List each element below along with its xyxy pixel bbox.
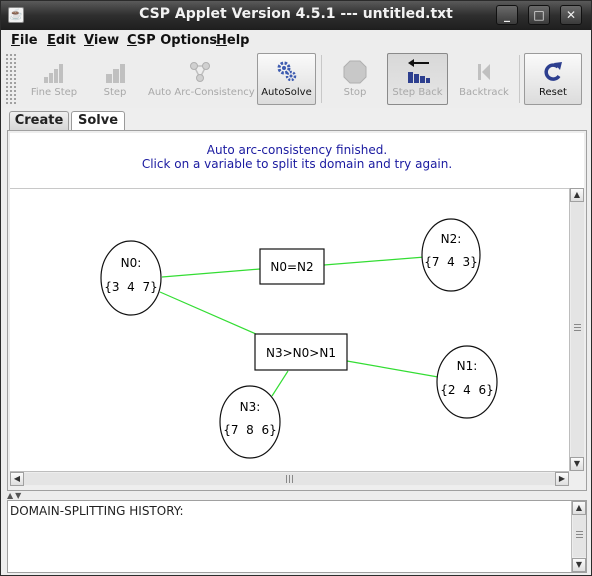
- history-panel: DOMAIN-SPLITTING HISTORY: ▲ ▼: [7, 500, 587, 573]
- title-bar[interactable]: ☕ CSP Applet Version 4.5.1 --- untitled.…: [1, 1, 591, 30]
- menu-csp-options[interactable]: CSP Options: [127, 33, 217, 48]
- toolbar-separator: [519, 55, 520, 103]
- close-button[interactable]: ✕: [560, 5, 582, 25]
- divider-arrows[interactable]: ▲▼: [7, 491, 23, 500]
- edge-c2-n3: [271, 370, 289, 397]
- scroll-up-button[interactable]: ▲: [572, 501, 586, 515]
- variable-domain: {2 4 6}: [440, 383, 493, 397]
- variable-name: N1:: [457, 359, 478, 373]
- fine-step-icon: [44, 64, 63, 83]
- constraint-node-c2[interactable]: N3>N0>N1: [254, 333, 348, 371]
- auto-arc-consistency-button[interactable]: Auto Arc-Consistency: [147, 53, 255, 105]
- scroll-right-button[interactable]: ▶: [555, 472, 569, 486]
- split-pane-divider[interactable]: ▲▼: [1, 491, 591, 500]
- edge-n0-c2: [159, 291, 257, 335]
- menu-help[interactable]: Help: [216, 33, 249, 48]
- variable-name: N0:: [121, 256, 142, 270]
- graph-canvas[interactable]: N0: {3 4 7} N2: {7 4 3} N1: {2 4 6} N3:: [10, 188, 569, 471]
- status-message: Auto arc-consistency finished. Click on …: [10, 133, 584, 188]
- menu-view[interactable]: View: [84, 33, 119, 48]
- reset-icon: [544, 62, 562, 81]
- status-message-line-1: Auto arc-consistency finished.: [206, 143, 388, 157]
- step-back-button[interactable]: Step Back: [387, 53, 448, 105]
- thumb-grip: [576, 531, 583, 540]
- thumb-grip: [286, 475, 295, 483]
- scroll-left-button[interactable]: ◀: [10, 472, 24, 486]
- step-button[interactable]: Step: [87, 53, 143, 105]
- fine-step-button[interactable]: Fine Step: [25, 53, 83, 105]
- menu-file[interactable]: File: [11, 33, 38, 48]
- maximize-button[interactable]: □: [528, 5, 550, 25]
- constraint-graph: N0: {3 4 7} N2: {7 4 3} N1: {2 4 6} N3:: [100, 218, 498, 459]
- autosolve-button[interactable]: AutoSolve: [257, 53, 316, 105]
- auto-arc-consistency-icon: [190, 62, 210, 82]
- menu-bar: File Edit View CSP Options Help: [1, 30, 591, 51]
- scroll-thumb[interactable]: [571, 202, 584, 457]
- history-vertical-scrollbar[interactable]: ▲ ▼: [571, 501, 586, 572]
- graph-horizontal-scrollbar[interactable]: ◀ ▶: [10, 471, 569, 486]
- backtrack-icon: [478, 64, 490, 80]
- variable-node-n1[interactable]: N1: {2 4 6}: [436, 345, 498, 419]
- backtrack-button[interactable]: Backtrack: [453, 53, 515, 105]
- scroll-down-button[interactable]: ▼: [570, 457, 584, 471]
- reset-button[interactable]: Reset: [524, 53, 582, 105]
- variable-domain: {3 4 7}: [104, 280, 157, 294]
- scroll-thumb[interactable]: [24, 473, 555, 485]
- scroll-up-button[interactable]: ▲: [570, 188, 584, 202]
- step-back-icon: [407, 59, 430, 83]
- tab-solve[interactable]: Solve: [71, 111, 125, 132]
- scroll-thumb[interactable]: [573, 515, 586, 557]
- step-icon: [106, 64, 125, 83]
- scroll-down-button[interactable]: ▼: [572, 558, 586, 572]
- constraint-label: N0=N2: [270, 260, 313, 274]
- edge-n0-c1: [161, 268, 261, 278]
- constraint-label: N3>N0>N1: [266, 346, 336, 360]
- graph-vertical-scrollbar[interactable]: ▲ ▼: [569, 188, 584, 471]
- edge-c1-n2: [323, 256, 426, 266]
- tab-create[interactable]: Create: [9, 111, 69, 131]
- variable-name: N3:: [240, 400, 261, 414]
- minimize-button[interactable]: _: [496, 5, 518, 25]
- autosolve-icon: [277, 61, 296, 82]
- variable-domain: {7 8 6}: [223, 423, 276, 437]
- stop-icon: [343, 60, 367, 84]
- applet-window: ☕ CSP Applet Version 4.5.1 --- untitled.…: [0, 0, 592, 576]
- variable-name: N2:: [441, 232, 462, 246]
- history-label: DOMAIN-SPLITTING HISTORY:: [10, 504, 184, 518]
- stop-button[interactable]: Stop: [327, 53, 383, 105]
- toolbar-grip[interactable]: [5, 53, 17, 105]
- menu-edit[interactable]: Edit: [47, 33, 76, 48]
- variable-node-n3[interactable]: N3: {7 8 6}: [219, 385, 281, 459]
- variable-domain: {7 4 3}: [424, 255, 477, 269]
- variable-node-n0[interactable]: N0: {3 4 7}: [100, 240, 162, 316]
- edge-c2-n1: [346, 360, 439, 378]
- toolbar-separator: [321, 55, 322, 103]
- thumb-grip: [574, 324, 581, 333]
- status-message-line-2: Click on a variable to split its domain …: [141, 157, 453, 171]
- toolbar: Fine Step Step Auto Arc-Consistency Auto…: [1, 51, 591, 108]
- constraint-node-c1[interactable]: N0=N2: [259, 248, 325, 285]
- solve-panel: Auto arc-consistency finished. Click on …: [7, 130, 587, 491]
- variable-node-n2[interactable]: N2: {7 4 3}: [421, 218, 481, 292]
